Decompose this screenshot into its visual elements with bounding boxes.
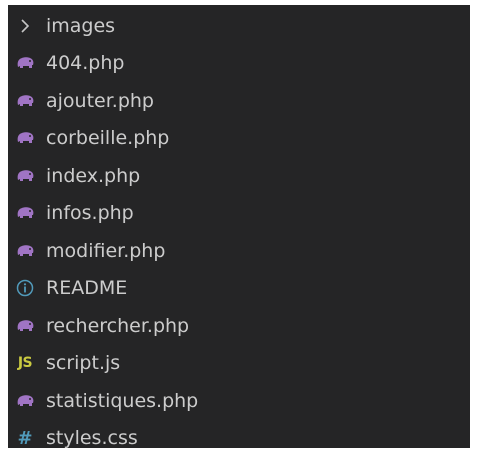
explorer-item-infos-php[interactable]: infos.php bbox=[8, 195, 470, 233]
explorer-item-corbeille-php[interactable]: corbeille.php bbox=[8, 120, 470, 158]
explorer-item-label: infos.php bbox=[46, 202, 134, 224]
php-elephant-icon bbox=[14, 128, 36, 148]
php-elephant-icon bbox=[14, 53, 36, 73]
explorer-item-images[interactable]: images bbox=[8, 7, 470, 45]
explorer-item-404-php[interactable]: 404.php bbox=[8, 45, 470, 83]
explorer-item-readme[interactable]: README bbox=[8, 270, 470, 308]
explorer-item-label: styles.css bbox=[46, 427, 138, 449]
explorer-item-label: ajouter.php bbox=[46, 90, 154, 112]
js-icon: JS bbox=[14, 353, 36, 373]
explorer-item-label: corbeille.php bbox=[46, 127, 169, 149]
explorer-item-statistiques-php[interactable]: statistiques.php bbox=[8, 382, 470, 420]
explorer-item-styles-css[interactable]: # styles.css bbox=[8, 420, 470, 457]
info-icon bbox=[14, 278, 36, 298]
php-elephant-icon bbox=[14, 391, 36, 411]
explorer-item-label: modifier.php bbox=[46, 240, 165, 262]
php-elephant-icon bbox=[14, 166, 36, 186]
hash-icon: # bbox=[14, 428, 36, 448]
php-elephant-icon bbox=[14, 316, 36, 336]
explorer-item-ajouter-php[interactable]: ajouter.php bbox=[8, 82, 470, 120]
php-elephant-icon bbox=[14, 203, 36, 223]
explorer-item-label: rechercher.php bbox=[46, 315, 189, 337]
explorer-item-label: script.js bbox=[46, 352, 120, 374]
explorer-item-rechercher-php[interactable]: rechercher.php bbox=[8, 307, 470, 345]
php-elephant-icon bbox=[14, 91, 36, 111]
explorer-item-label: images bbox=[46, 15, 115, 37]
explorer-item-label: index.php bbox=[46, 165, 140, 187]
file-explorer: images 404.php ajouter.php corbeille.php… bbox=[8, 5, 470, 448]
explorer-item-label: statistiques.php bbox=[46, 390, 198, 412]
explorer-item-script-js[interactable]: JS script.js bbox=[8, 345, 470, 383]
explorer-item-label: README bbox=[46, 277, 127, 299]
chevron-right-icon[interactable] bbox=[14, 16, 36, 36]
explorer-item-label: 404.php bbox=[46, 52, 124, 74]
explorer-item-index-php[interactable]: index.php bbox=[8, 157, 470, 195]
php-elephant-icon bbox=[14, 241, 36, 261]
explorer-item-modifier-php[interactable]: modifier.php bbox=[8, 232, 470, 270]
